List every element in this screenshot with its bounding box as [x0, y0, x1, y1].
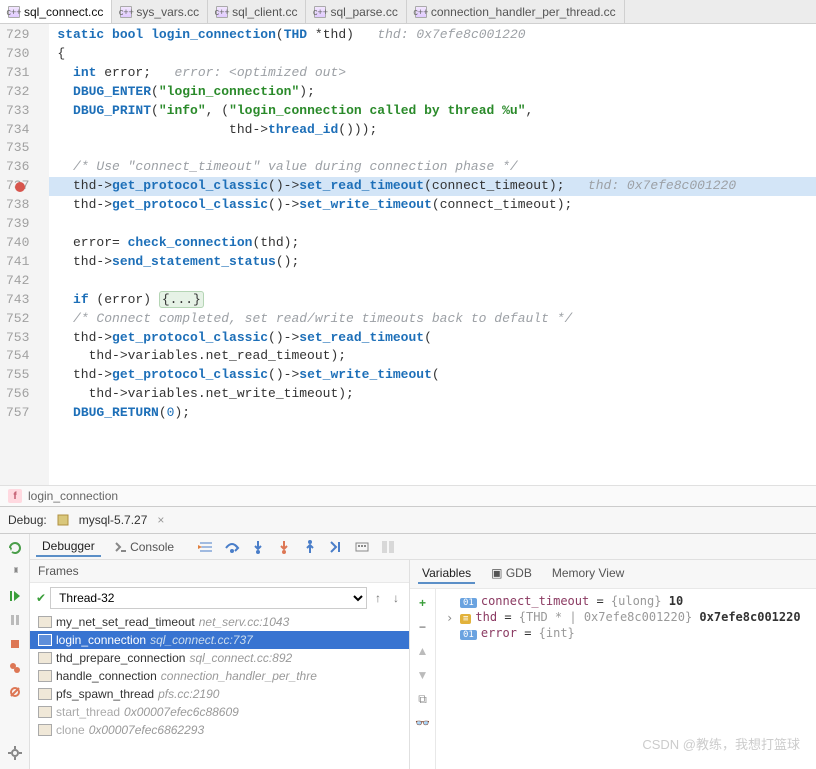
frame-item[interactable]: pfs_spawn_thread pfs.cc:2190 [30, 685, 409, 703]
next-frame-icon[interactable]: ↓ [389, 591, 403, 605]
frames-title: Frames [30, 560, 409, 583]
cpp-file-icon: c++ [216, 6, 228, 18]
show-exec-icon[interactable] [196, 537, 216, 557]
cpp-file-icon: c++ [8, 6, 20, 18]
up-icon[interactable]: ▲ [413, 641, 433, 661]
file-tab[interactable]: c++sql_client.cc [208, 0, 306, 23]
evaluate-icon[interactable] [352, 537, 372, 557]
debug-panel: Debugger Console Frames ✔ Thread-32 ↑ [0, 534, 816, 769]
frame-item[interactable]: my_net_set_read_timeout net_serv.cc:1043 [30, 613, 409, 631]
tab-memory[interactable]: Memory View [548, 564, 628, 584]
frame-icon [38, 634, 52, 646]
variable-list[interactable]: 01connect_timeout = {ulong} 10›≡thd = {T… [436, 589, 816, 769]
variable-row[interactable]: 01connect_timeout = {ulong} 10 [442, 593, 810, 609]
code-area[interactable]: static bool login_connection(THD *thd) t… [49, 24, 816, 485]
gear-icon[interactable] [5, 743, 25, 763]
frames-panel: Frames ✔ Thread-32 ↑ ↓ my_net_set_read_t… [30, 560, 410, 769]
prev-frame-icon[interactable]: ↑ [371, 591, 385, 605]
breadcrumb: f login_connection [0, 485, 816, 506]
resume-icon[interactable] [5, 586, 25, 606]
mute-breakpoints-icon[interactable] [5, 682, 25, 702]
cpp-file-icon: c++ [120, 6, 132, 18]
line-gutter: 7297307317327337347357367377387397407417… [0, 24, 49, 485]
frame-icon [38, 706, 52, 718]
thread-select[interactable]: Thread-32 [50, 587, 367, 609]
debug-sidebar [0, 534, 30, 769]
cpp-file-icon: c++ [415, 6, 427, 18]
copy-icon[interactable]: ⧉ [413, 689, 433, 709]
down-icon[interactable]: ▼ [413, 665, 433, 685]
frame-item[interactable]: handle_connection connection_handler_per… [30, 667, 409, 685]
breadcrumb-function: login_connection [28, 489, 118, 503]
debug-config[interactable]: mysql-5.7.27 [79, 513, 148, 527]
code-editor: 7297307317327337347357367377387397407417… [0, 24, 816, 485]
file-tab[interactable]: c++sys_vars.cc [112, 0, 208, 23]
debug-label: Debug: [8, 513, 47, 527]
cpp-file-icon: c++ [314, 6, 326, 18]
layout-icon[interactable] [378, 537, 398, 557]
stop-icon[interactable] [5, 634, 25, 654]
file-tab[interactable]: c++sql_parse.cc [306, 0, 406, 23]
frame-item[interactable]: start_thread 0x00007efec6c88609 [30, 703, 409, 721]
settings-icon[interactable] [5, 562, 25, 582]
tab-debugger[interactable]: Debugger [36, 537, 101, 557]
variable-row[interactable]: 01error = {int} [442, 625, 810, 641]
frame-item[interactable]: login_connection sql_connect.cc:737 [30, 631, 409, 649]
run-to-cursor-icon[interactable] [326, 537, 346, 557]
frame-icon [38, 724, 52, 736]
force-step-into-icon[interactable] [274, 537, 294, 557]
frame-icon [38, 616, 52, 628]
frame-icon [38, 652, 52, 664]
tab-gdb[interactable]: ▣ GDB [487, 564, 536, 584]
editor-tabs: c++sql_connect.ccc++sys_vars.ccc++sql_cl… [0, 0, 816, 24]
frame-item[interactable]: thd_prepare_connection sql_connect.cc:89… [30, 649, 409, 667]
step-out-icon[interactable] [300, 537, 320, 557]
glasses-icon[interactable]: 👓 [413, 713, 433, 733]
variable-row[interactable]: ›≡thd = {THD * | 0x7efe8c001220} 0x7efe8… [442, 609, 810, 625]
file-tab[interactable]: c++connection_handler_per_thread.cc [407, 0, 625, 23]
function-icon: f [8, 489, 22, 503]
check-icon: ✔ [36, 591, 46, 605]
frame-icon [38, 670, 52, 682]
view-breakpoints-icon[interactable] [5, 658, 25, 678]
debug-header: Debug: mysql-5.7.27 × [0, 506, 816, 534]
pause-icon[interactable] [5, 610, 25, 630]
variables-panel: Variables ▣ GDB Memory View + − ▲ ▼ ⧉ 👓 … [410, 560, 816, 769]
close-icon[interactable]: × [157, 513, 164, 527]
file-tab[interactable]: c++sql_connect.cc [0, 0, 112, 23]
tab-variables[interactable]: Variables [418, 564, 475, 584]
rerun-icon[interactable] [5, 538, 25, 558]
tab-console[interactable]: Console [109, 538, 180, 556]
frame-item[interactable]: clone 0x00007efec6862293 [30, 721, 409, 739]
add-watch-icon[interactable]: + [413, 593, 433, 613]
frame-list[interactable]: my_net_set_read_timeout net_serv.cc:1043… [30, 613, 409, 739]
remove-watch-icon[interactable]: − [413, 617, 433, 637]
frame-icon [38, 688, 52, 700]
step-into-icon[interactable] [248, 537, 268, 557]
debug-tabs-row: Debugger Console [30, 534, 816, 560]
run-config-icon[interactable] [53, 510, 73, 530]
chevron-right-icon[interactable]: › [446, 611, 453, 625]
step-over-icon[interactable] [222, 537, 242, 557]
